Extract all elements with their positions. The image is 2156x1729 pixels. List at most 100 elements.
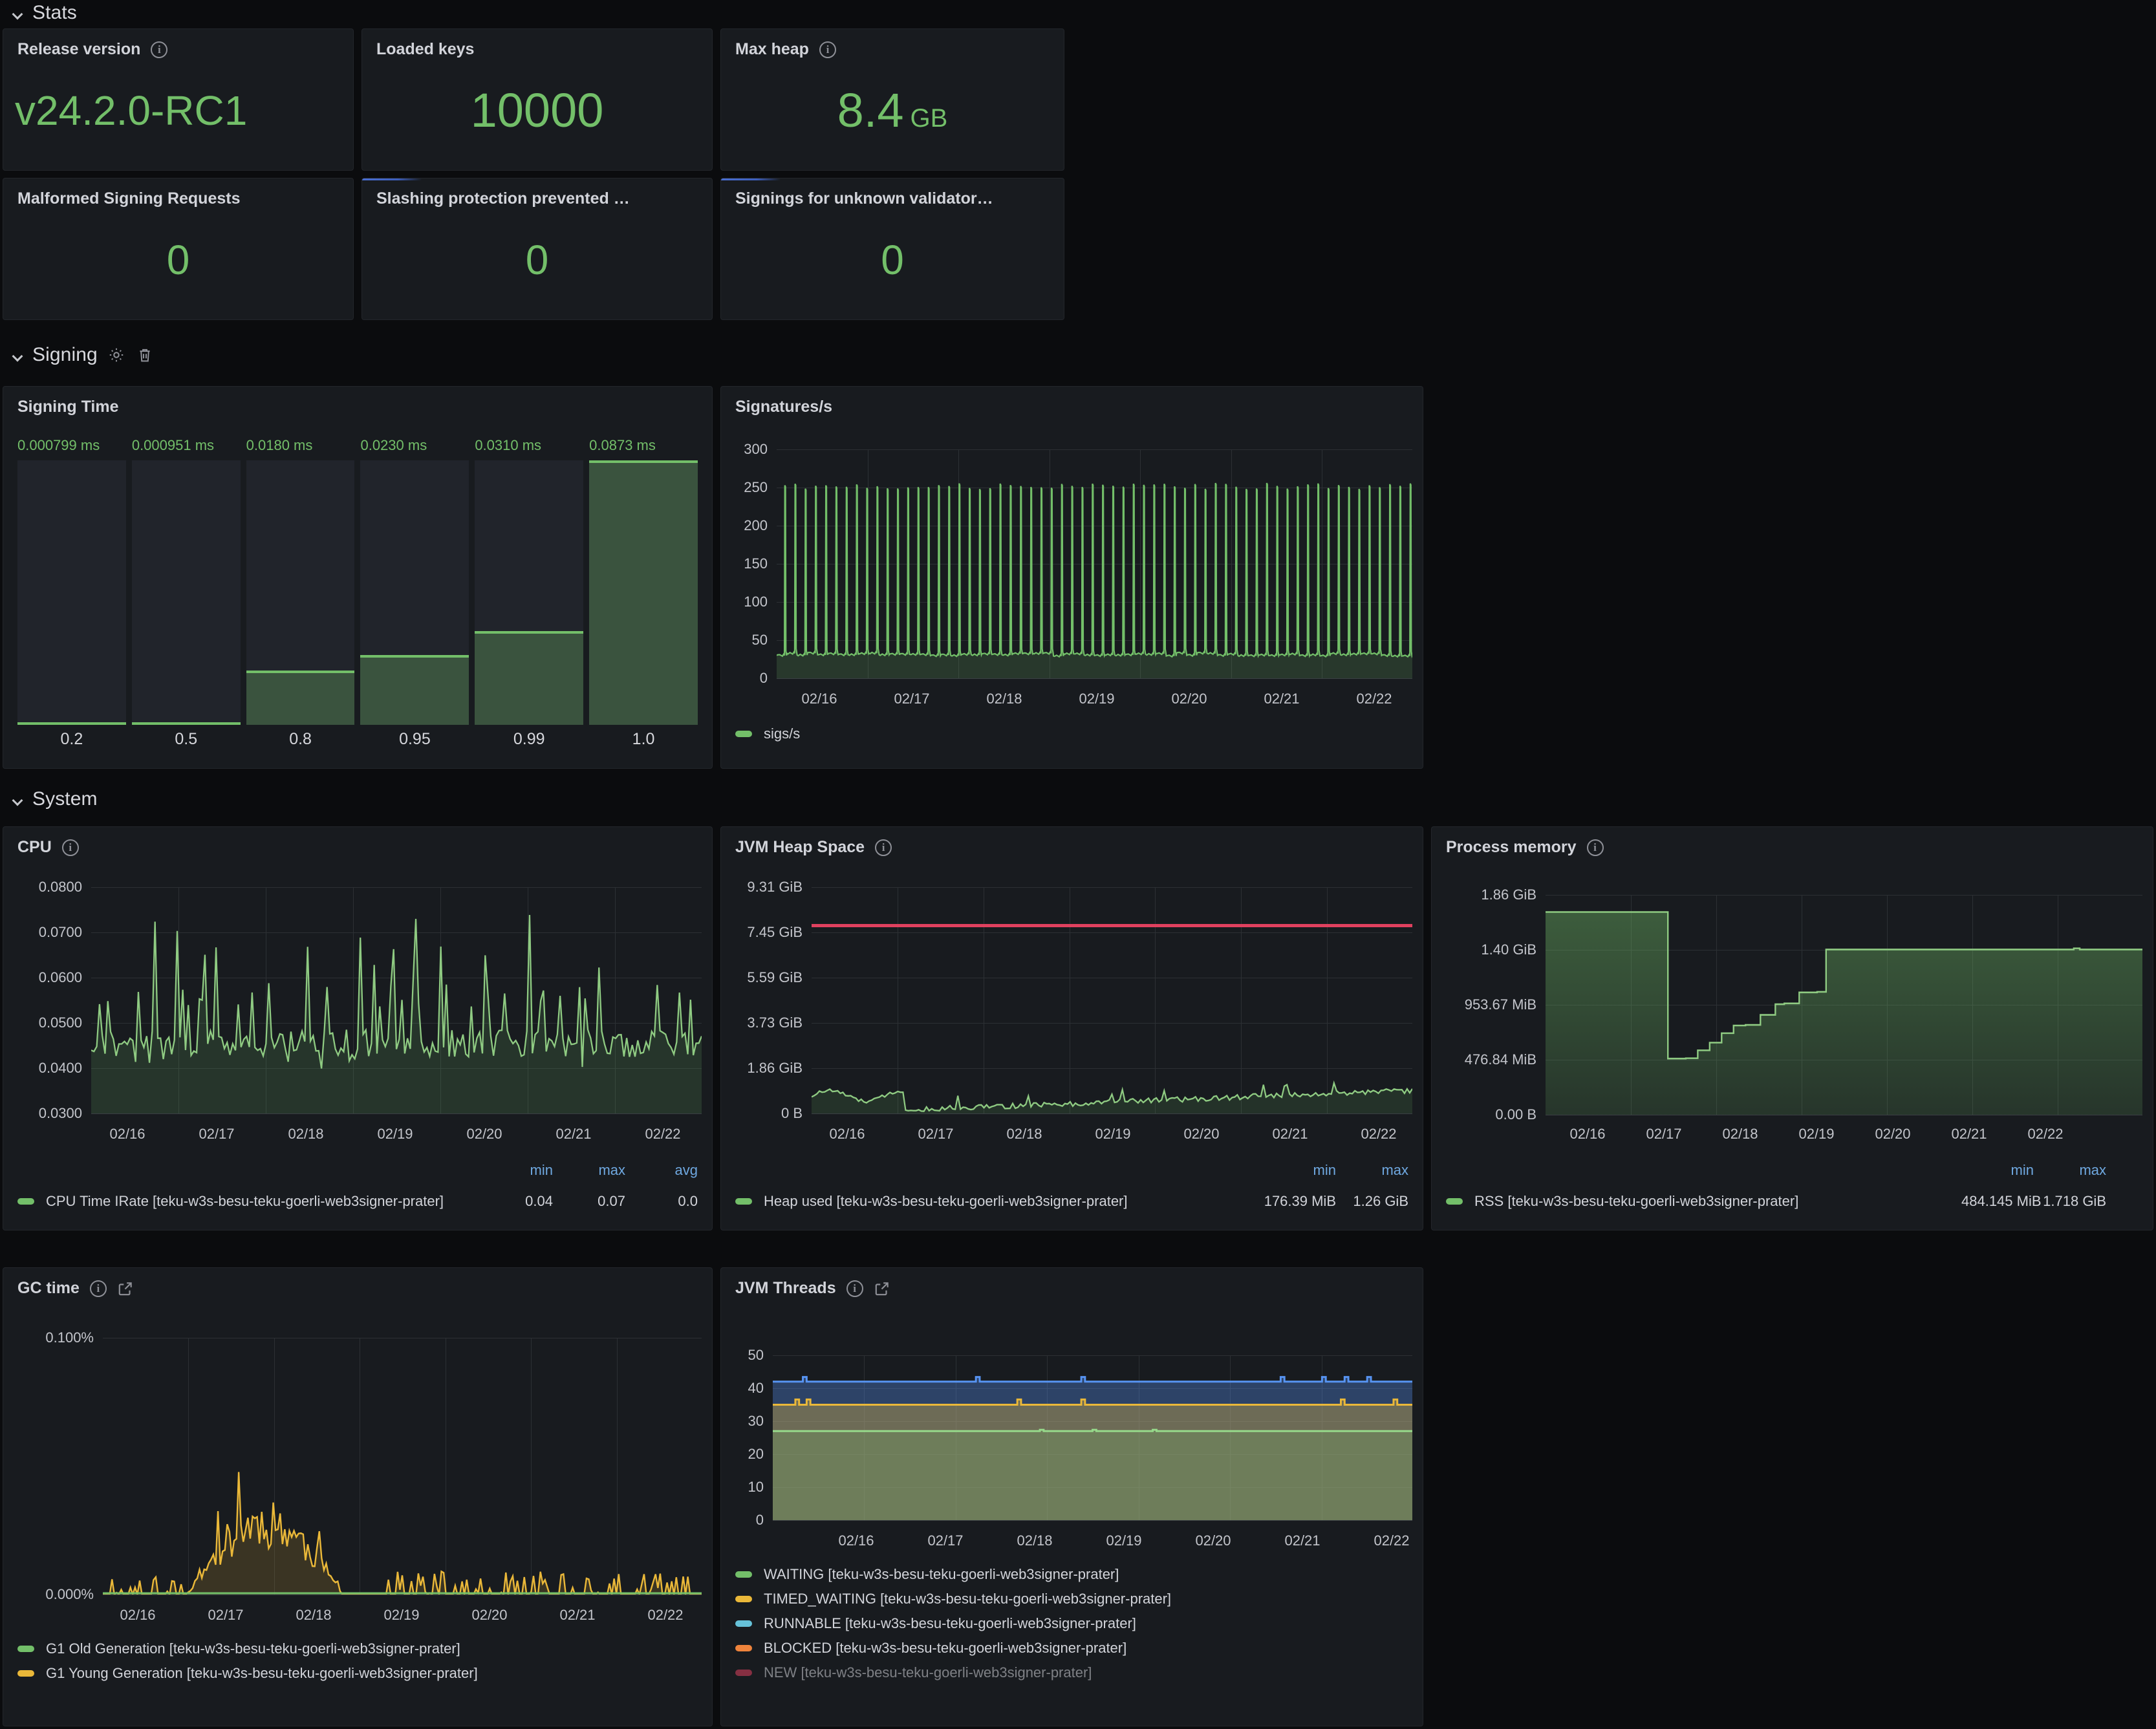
panel-title-jvm-threads: JVM Threads i <box>721 1268 1423 1298</box>
legend-color-swatch <box>17 1670 34 1677</box>
legend-color-swatch <box>17 1646 34 1652</box>
stat-value: 8.4GB <box>721 87 1064 134</box>
legend-item[interactable]: RUNNABLE [teku-w3s-besu-teku-goerli-web3… <box>721 1611 1423 1636</box>
legend-item[interactable]: WAITING [teku-w3s-besu-teku-goerli-web3s… <box>721 1562 1423 1587</box>
info-icon[interactable]: i <box>62 839 79 856</box>
stat-panel-malformed-signing-requests[interactable]: Malformed Signing Requests 0 <box>3 178 354 320</box>
panel-signatures-per-second[interactable]: Signatures/s 300 250 200 150 100 50 0 <box>720 386 1423 769</box>
legend-label: Heap used [teku-w3s-besu-teku-goerli-web… <box>764 1193 1128 1210</box>
gear-icon[interactable] <box>107 345 126 365</box>
legend-item[interactable]: G1 Young Generation [teku-w3s-besu-teku-… <box>3 1661 712 1686</box>
bar-track <box>132 460 241 725</box>
bar-column[interactable]: 0.000951 ms 0.5 <box>132 437 241 749</box>
signing-time-bars: 0.000799 ms 0.2 0.000951 ms 0.5 0.0180 m… <box>17 437 698 749</box>
panel-title-signing-time: Signing Time <box>3 387 712 416</box>
bar-column[interactable]: 0.0230 ms 0.95 <box>360 437 469 749</box>
external-link-icon[interactable] <box>117 1280 134 1297</box>
info-icon[interactable]: i <box>819 41 836 58</box>
series-gc <box>103 1338 702 1595</box>
legend-item[interactable]: BLOCKED [teku-w3s-besu-teku-goerli-web3s… <box>721 1636 1423 1660</box>
stat-panel-max-heap[interactable]: Max heap i 8.4GB <box>720 28 1064 171</box>
trash-icon[interactable] <box>135 345 155 365</box>
legend-cpu: min max avg CPU Time IRate [teku-w3s-bes… <box>3 1162 712 1214</box>
legend-values: 484.145 MiB 1.718 GiB 1. <box>1961 1193 2153 1210</box>
legend-item[interactable]: RSS [teku-w3s-besu-teku-goerli-web3signe… <box>1432 1189 2153 1214</box>
legend-item[interactable]: CPU Time IRate [teku-w3s-besu-teku-goerl… <box>3 1189 712 1214</box>
legend-item[interactable]: Heap used [teku-w3s-besu-teku-goerli-web… <box>721 1189 1423 1214</box>
legend-color-swatch <box>735 731 752 737</box>
legend-label: G1 Young Generation [teku-w3s-besu-teku-… <box>46 1665 478 1682</box>
panel-title-process-memory: Process memory i <box>1432 827 2153 857</box>
legend-jvm-heap: min max Heap used [teku-w3s-besu-teku-go… <box>721 1162 1423 1214</box>
legend-column-headers: min max avg <box>480 1162 698 1179</box>
bar-category-label: 0.95 <box>360 730 469 749</box>
stat-panel-slashing-protection-prevented[interactable]: Slashing protection prevented … 0 <box>361 178 713 320</box>
panel-title-signatures: Signatures/s <box>721 387 1423 416</box>
legend-color-swatch <box>735 1645 752 1651</box>
bar-track <box>589 460 698 725</box>
panel-gc-time[interactable]: GC time i 0.100% 0.000% 02 <box>3 1267 713 1726</box>
panel-signing-time[interactable]: Signing Time 0.000799 ms 0.2 0.000951 ms… <box>3 386 713 769</box>
bar-column[interactable]: 0.000799 ms 0.2 <box>17 437 126 749</box>
plot-jvm-heap <box>812 887 1412 1113</box>
section-title-signing: Signing <box>32 344 98 366</box>
bar-category-label: 1.0 <box>589 730 698 749</box>
legend-item[interactable]: TIMED_WAITING [teku-w3s-besu-teku-goerli… <box>721 1587 1423 1611</box>
legend-label: BLOCKED [teku-w3s-besu-teku-goerli-web3s… <box>764 1640 1127 1657</box>
panel-process-memory[interactable]: Process memory i 1.86 GiB 1.40 GiB 953.6… <box>1431 826 2153 1230</box>
legend-color-swatch <box>735 1596 752 1602</box>
bar-fill <box>17 722 126 725</box>
bar-fill <box>246 671 355 725</box>
legend-signatures: sigs/s <box>721 722 1423 746</box>
section-header-system[interactable]: System <box>0 784 388 815</box>
stat-value: 0 <box>3 239 353 281</box>
bar-column[interactable]: 0.0873 ms 1.0 <box>589 437 698 749</box>
legend-color-swatch <box>17 1198 34 1205</box>
legend-label: NEW [teku-w3s-besu-teku-goerli-web3signe… <box>764 1664 1092 1681</box>
bar-value-label: 0.000799 ms <box>17 437 126 454</box>
info-icon[interactable]: i <box>875 839 892 856</box>
section-header-signing[interactable]: Signing <box>0 339 388 370</box>
bar-value-label: 0.0230 ms <box>360 437 469 454</box>
legend-item[interactable]: G1 Old Generation [teku-w3s-besu-teku-go… <box>3 1637 712 1661</box>
plot-process-memory <box>1546 895 2142 1115</box>
panel-title-gc-time: GC time i <box>3 1268 712 1298</box>
section-header-stats[interactable]: Stats <box>0 0 388 28</box>
stat-panel-release-version[interactable]: Release version i v24.2.0-RC1 <box>3 28 354 171</box>
stat-panel-title: Max heap i <box>721 29 1064 59</box>
info-icon[interactable]: i <box>90 1280 107 1297</box>
panel-jvm-threads[interactable]: JVM Threads i 50 40 30 20 10 0 <box>720 1267 1423 1726</box>
stat-panel-signings-unknown-validator[interactable]: Signings for unknown validator… 0 <box>720 178 1064 320</box>
stat-panel-title: Malformed Signing Requests <box>3 178 353 208</box>
legend-item[interactable]: NEW [teku-w3s-besu-teku-goerli-web3signe… <box>721 1660 1423 1685</box>
stat-panel-title: Slashing protection prevented … <box>362 178 712 208</box>
info-icon[interactable]: i <box>1587 839 1604 856</box>
bar-column[interactable]: 0.0310 ms 0.99 <box>475 437 583 749</box>
info-icon[interactable]: i <box>846 1280 863 1297</box>
legend-label: RSS [teku-w3s-besu-teku-goerli-web3signe… <box>1474 1193 1798 1210</box>
bar-value-label: 0.000951 ms <box>132 437 241 454</box>
bar-fill <box>360 655 469 725</box>
series-heap-used <box>812 887 1412 1113</box>
series-sigs-per-sec <box>777 449 1412 678</box>
info-icon[interactable]: i <box>151 41 167 58</box>
bar-value-label: 0.0873 ms <box>589 437 698 454</box>
legend-item[interactable]: sigs/s <box>721 722 1423 746</box>
bar-value-label: 0.0310 ms <box>475 437 583 454</box>
bar-category-label: 0.5 <box>132 730 241 749</box>
chevron-down-icon[interactable] <box>12 793 23 805</box>
panel-cpu[interactable]: CPU i 0.0800 0.0700 0.0600 0.0500 0.0400… <box>3 826 713 1230</box>
legend-gc-time: G1 Old Generation [teku-w3s-besu-teku-go… <box>3 1637 712 1686</box>
chevron-down-icon[interactable] <box>12 7 23 19</box>
series-jvm-threads-stack <box>773 1355 1412 1520</box>
stat-panel-loaded-keys[interactable]: Loaded keys 10000 <box>361 28 713 171</box>
panel-jvm-heap-space[interactable]: JVM Heap Space i 9.31 GiB 7.45 GiB 5.59 … <box>720 826 1423 1230</box>
external-link-icon[interactable] <box>874 1280 890 1297</box>
plot-cpu <box>91 887 702 1113</box>
chevron-down-icon[interactable] <box>12 349 23 361</box>
stat-value: 0 <box>721 239 1064 281</box>
section-title-system: System <box>32 788 98 810</box>
legend-jvm-threads: WAITING [teku-w3s-besu-teku-goerli-web3s… <box>721 1562 1423 1685</box>
bar-column[interactable]: 0.0180 ms 0.8 <box>246 437 355 749</box>
bar-category-label: 0.99 <box>475 730 583 749</box>
